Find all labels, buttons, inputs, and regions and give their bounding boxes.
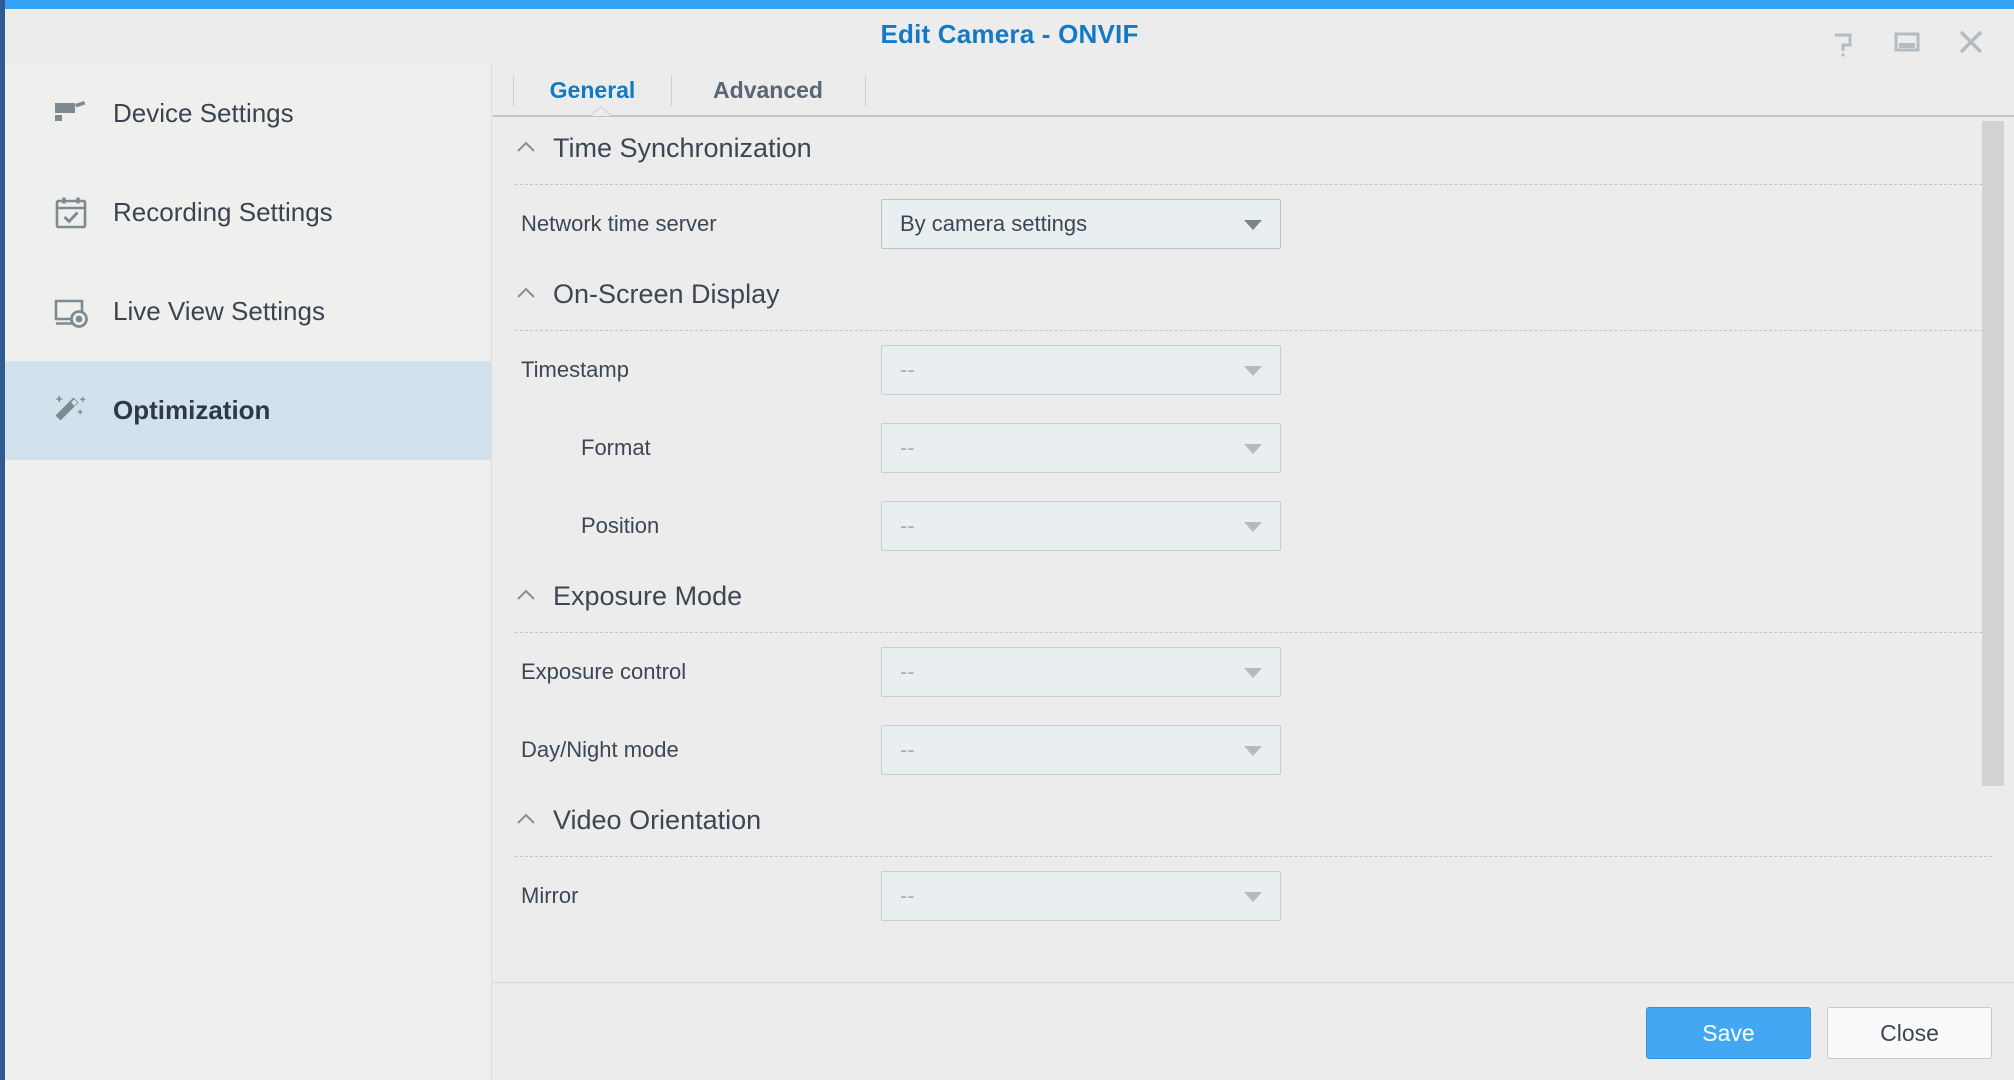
section-title: Time Synchronization bbox=[553, 133, 812, 164]
field-label: Timestamp bbox=[521, 357, 881, 383]
chevron-down-icon bbox=[1244, 220, 1262, 230]
title-bar: Edit Camera - ONVIF bbox=[5, 9, 2014, 64]
window-title: Edit Camera - ONVIF bbox=[5, 19, 2014, 50]
field-label: Exposure control bbox=[521, 659, 881, 685]
tab-general[interactable]: General bbox=[515, 70, 670, 110]
sidebar-item-recording-settings[interactable]: Recording Settings bbox=[5, 163, 491, 262]
dropdown-value: -- bbox=[900, 513, 915, 539]
sidebar-item-label: Optimization bbox=[113, 395, 270, 426]
field-exposure-control: Exposure control -- bbox=[493, 633, 2014, 711]
close-button[interactable]: Close bbox=[1827, 1007, 1992, 1059]
sidebar-item-live-view-settings[interactable]: Live View Settings bbox=[5, 262, 491, 361]
chevron-down-icon bbox=[1244, 892, 1262, 902]
section-video-orientation: Video Orientation Mirror -- bbox=[493, 789, 2014, 935]
dropdown-value: -- bbox=[900, 659, 915, 685]
field-mirror: Mirror -- bbox=[493, 857, 2014, 935]
chevron-down-icon bbox=[1244, 366, 1262, 376]
field-label: Mirror bbox=[521, 883, 881, 909]
field-label: Network time server bbox=[521, 211, 881, 237]
section-header[interactable]: Video Orientation bbox=[493, 789, 2014, 851]
field-timestamp: Timestamp -- bbox=[493, 331, 2014, 409]
chevron-down-icon bbox=[1244, 522, 1262, 532]
main-panel: General Advanced Time Synchr bbox=[493, 64, 2014, 1080]
sidebar-item-label: Recording Settings bbox=[113, 197, 333, 228]
settings-content: Time Synchronization Network time server… bbox=[493, 117, 2014, 935]
chevron-up-icon bbox=[515, 283, 537, 305]
dialog-footer: Save Close bbox=[493, 982, 2014, 1080]
tab-separator bbox=[671, 75, 672, 106]
chevron-up-icon bbox=[515, 585, 537, 607]
vertical-scrollbar[interactable] bbox=[1982, 117, 2004, 983]
day-night-mode-dropdown[interactable]: -- bbox=[881, 725, 1281, 775]
dropdown-value: -- bbox=[900, 357, 915, 383]
field-format: Format -- bbox=[493, 409, 2014, 487]
calendar-check-icon bbox=[51, 193, 91, 233]
tab-separator bbox=[513, 75, 514, 106]
sidebar-item-device-settings[interactable]: Device Settings bbox=[5, 64, 491, 163]
dropdown-value: By camera settings bbox=[900, 211, 1087, 237]
close-icon[interactable] bbox=[1950, 21, 1992, 63]
chevron-down-icon bbox=[1244, 444, 1262, 454]
format-dropdown[interactable]: -- bbox=[881, 423, 1281, 473]
tab-separator bbox=[865, 75, 866, 106]
magic-wand-icon bbox=[51, 391, 91, 431]
tab-bar: General Advanced bbox=[493, 64, 2014, 116]
scrollbar-thumb[interactable] bbox=[1982, 121, 2004, 786]
dropdown-value: -- bbox=[900, 737, 915, 763]
timestamp-dropdown[interactable]: -- bbox=[881, 345, 1281, 395]
exposure-control-dropdown[interactable]: -- bbox=[881, 647, 1281, 697]
section-title: On-Screen Display bbox=[553, 279, 780, 310]
chevron-down-icon bbox=[1244, 668, 1262, 678]
section-time-synchronization: Time Synchronization Network time server… bbox=[493, 117, 2014, 263]
chevron-up-icon bbox=[515, 809, 537, 831]
section-header[interactable]: On-Screen Display bbox=[493, 263, 2014, 325]
sidebar: Device Settings Recording Settings bbox=[5, 64, 492, 1080]
help-icon[interactable] bbox=[1822, 21, 1864, 63]
chevron-down-icon bbox=[1244, 746, 1262, 756]
section-header[interactable]: Exposure Mode bbox=[493, 565, 2014, 627]
monitor-record-icon bbox=[51, 292, 91, 332]
field-label: Position bbox=[521, 513, 881, 539]
field-position: Position -- bbox=[493, 487, 2014, 565]
section-exposure-mode: Exposure Mode Exposure control -- Day/Ni… bbox=[493, 565, 2014, 789]
field-day-night-mode: Day/Night mode -- bbox=[493, 711, 2014, 789]
section-on-screen-display: On-Screen Display Timestamp -- Format bbox=[493, 263, 2014, 565]
edit-camera-dialog: Edit Camera - ONVIF bbox=[0, 0, 2014, 1080]
save-button[interactable]: Save bbox=[1646, 1007, 1811, 1059]
position-dropdown[interactable]: -- bbox=[881, 501, 1281, 551]
chevron-up-icon bbox=[515, 137, 537, 159]
active-tab-pointer bbox=[591, 107, 611, 116]
dropdown-value: -- bbox=[900, 883, 915, 909]
tab-advanced[interactable]: Advanced bbox=[673, 70, 863, 110]
section-title: Video Orientation bbox=[553, 805, 761, 836]
mirror-dropdown[interactable]: -- bbox=[881, 871, 1281, 921]
dropdown-value: -- bbox=[900, 435, 915, 461]
section-header[interactable]: Time Synchronization bbox=[493, 117, 2014, 179]
section-title: Exposure Mode bbox=[553, 581, 742, 612]
sidebar-item-optimization[interactable]: Optimization bbox=[5, 361, 491, 460]
field-label: Day/Night mode bbox=[521, 737, 881, 763]
window-accent-bar bbox=[5, 0, 2014, 9]
network-time-server-dropdown[interactable]: By camera settings bbox=[881, 199, 1281, 249]
sidebar-item-label: Live View Settings bbox=[113, 296, 325, 327]
restore-icon[interactable] bbox=[1886, 21, 1928, 63]
camera-icon bbox=[51, 94, 91, 134]
field-network-time-server: Network time server By camera settings bbox=[493, 185, 2014, 263]
settings-scroll-area[interactable]: Time Synchronization Network time server… bbox=[493, 117, 2014, 983]
sidebar-item-label: Device Settings bbox=[113, 98, 294, 129]
field-label: Format bbox=[521, 435, 881, 461]
